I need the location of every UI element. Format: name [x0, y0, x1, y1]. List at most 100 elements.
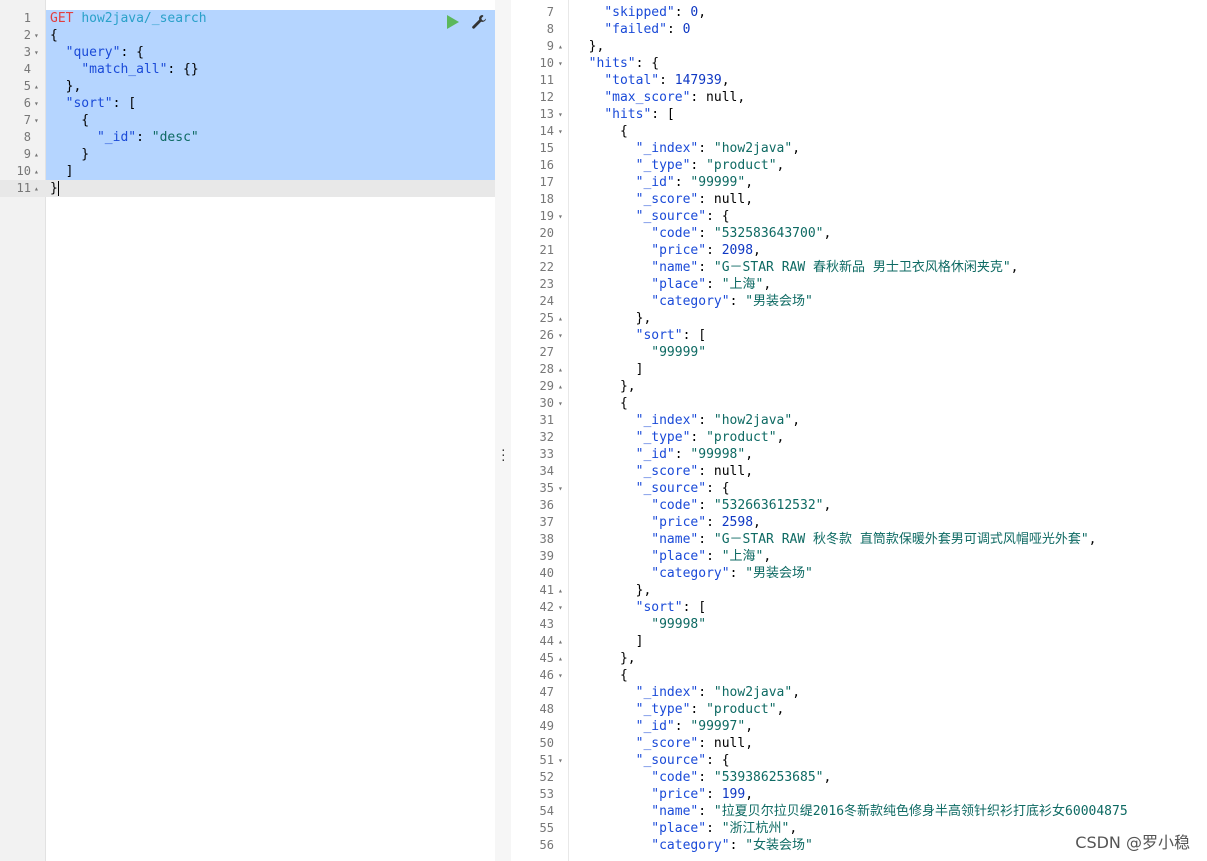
code-line[interactable]: 10 ▴ ] — [0, 163, 495, 180]
fold-open-icon[interactable]: ▾ — [558, 327, 563, 344]
code-line[interactable]: 4 "match_all": {} — [0, 61, 495, 78]
fold-open-icon[interactable]: ▾ — [558, 123, 563, 140]
line-number: 36 — [539, 498, 554, 512]
code-line: 26 ▾ "sort": [ — [511, 327, 1207, 344]
fold-close-icon[interactable]: ▴ — [558, 38, 563, 55]
line-number: 9 — [23, 147, 31, 161]
play-icon[interactable] — [447, 15, 459, 29]
code-text: "99998" — [573, 616, 706, 633]
code-line: 17 "_id": "99999", — [511, 174, 1207, 191]
code-line: 10 ▾ "hits": { — [511, 55, 1207, 72]
code-line[interactable]: 5 ▴ }, — [0, 78, 495, 95]
line-number: 21 — [539, 243, 554, 257]
token: "total" — [604, 73, 660, 88]
code-line: 32 "_type": "product", — [511, 429, 1207, 446]
code-line[interactable]: 7 ▾ { — [0, 112, 495, 129]
code-line[interactable]: 6 ▾ "sort": [ — [0, 95, 495, 112]
fold-open-icon[interactable]: ▾ — [558, 480, 563, 497]
request-code[interactable]: 1 GET how2java/_search 2 ▾{3 ▾ "query": {4 "… — [0, 10, 495, 197]
fold-close-icon[interactable]: ▴ — [34, 78, 39, 95]
fold-open-icon[interactable]: ▾ — [558, 208, 563, 225]
fold-open-icon[interactable]: ▾ — [558, 55, 563, 72]
token: "sort" — [65, 96, 113, 111]
code-line: 13 ▾ "hits": [ — [511, 106, 1207, 123]
fold-close-icon[interactable]: ▴ — [34, 180, 39, 197]
line-number: 3 — [23, 45, 31, 59]
line-number: 49 — [539, 719, 554, 733]
line-number: 41 — [539, 583, 554, 597]
fold-close-icon[interactable]: ▴ — [34, 146, 39, 163]
code-text: "sort": [ — [573, 327, 706, 344]
code-line: 48 "_type": "product", — [511, 701, 1207, 718]
token: , — [792, 685, 801, 700]
code-line[interactable]: 1 GET how2java/_search — [0, 10, 495, 27]
token: "hits" — [604, 107, 652, 122]
code-text: "code": "532663612532", — [573, 497, 831, 514]
token: : — [666, 22, 683, 37]
wrench-icon[interactable] — [471, 14, 487, 30]
token: 199 — [721, 787, 746, 802]
token: : — [136, 130, 152, 145]
token: "category" — [651, 566, 730, 581]
fold-close-icon[interactable]: ▴ — [34, 163, 39, 180]
pane-splitter[interactable]: · · · — [495, 0, 511, 861]
token: "_index" — [635, 141, 699, 156]
fold-close-icon[interactable]: ▴ — [558, 582, 563, 599]
token: "max_score" — [604, 90, 691, 105]
code-text: "_source": { — [573, 480, 730, 497]
token: , — [745, 787, 754, 802]
token: : null, — [698, 464, 754, 479]
fold-close-icon[interactable]: ▴ — [558, 310, 563, 327]
code-line[interactable]: 8 "_id": "desc" — [0, 129, 495, 146]
fold-open-icon[interactable]: ▾ — [558, 395, 563, 412]
code-line[interactable]: 11 ▴} — [0, 180, 495, 197]
line-number: 10 — [16, 164, 31, 178]
code-line[interactable]: 3 ▾ "query": { — [0, 44, 495, 61]
fold-open-icon[interactable]: ▾ — [34, 112, 39, 129]
code-line[interactable]: 9 ▴ } — [0, 146, 495, 163]
drag-handle-icon[interactable]: · · · — [500, 445, 507, 466]
code-line: 45 ▴ }, — [511, 650, 1207, 667]
fold-close-icon[interactable]: ▴ — [558, 361, 563, 378]
token: }, — [573, 379, 636, 394]
token: : — [706, 821, 722, 836]
token: "99997" — [690, 719, 746, 734]
fold-close-icon[interactable]: ▴ — [558, 378, 563, 395]
code-text: "_score": null, — [573, 735, 753, 752]
token: "_score" — [635, 736, 699, 751]
request-editor[interactable]: 1 GET how2java/_search 2 ▾{3 ▾ "query": {4 "… — [0, 0, 495, 861]
token: : — [674, 175, 691, 190]
token: "how2java" — [713, 413, 793, 428]
token: }, — [573, 311, 652, 326]
code-line[interactable]: 2 ▾ { — [0, 27, 495, 44]
token: : — [706, 277, 722, 292]
fold-open-icon[interactable]: ▾ — [558, 667, 563, 684]
code-line: 53 "price": 199, — [511, 786, 1207, 803]
fold-open-icon[interactable]: ▾ — [558, 106, 563, 123]
fold-open-icon[interactable]: ▾ — [34, 44, 39, 61]
fold-open-icon[interactable]: ▾ — [558, 752, 563, 769]
fold-close-icon[interactable]: ▴ — [558, 650, 563, 667]
fold-close-icon[interactable]: ▴ — [558, 633, 563, 650]
response-viewer[interactable]: 7 "skipped": 0, 8 "failed": 0 9 ▴ }, 10 ▾ "hi… — [511, 0, 1207, 861]
line-number: 35 — [539, 481, 554, 495]
token: : — [729, 838, 746, 853]
token: "hits" — [588, 56, 636, 71]
code-line: 51 ▾ "_source": { — [511, 752, 1207, 769]
fold-open-icon[interactable]: ▾ — [34, 95, 39, 112]
token: 2598 — [721, 515, 754, 530]
code-text: "_index": "how2java", — [573, 140, 800, 157]
line-number: 10 — [539, 56, 554, 70]
fold-open-icon[interactable]: ▾ — [558, 599, 563, 616]
fold-open-icon[interactable]: ▾ — [34, 27, 39, 44]
